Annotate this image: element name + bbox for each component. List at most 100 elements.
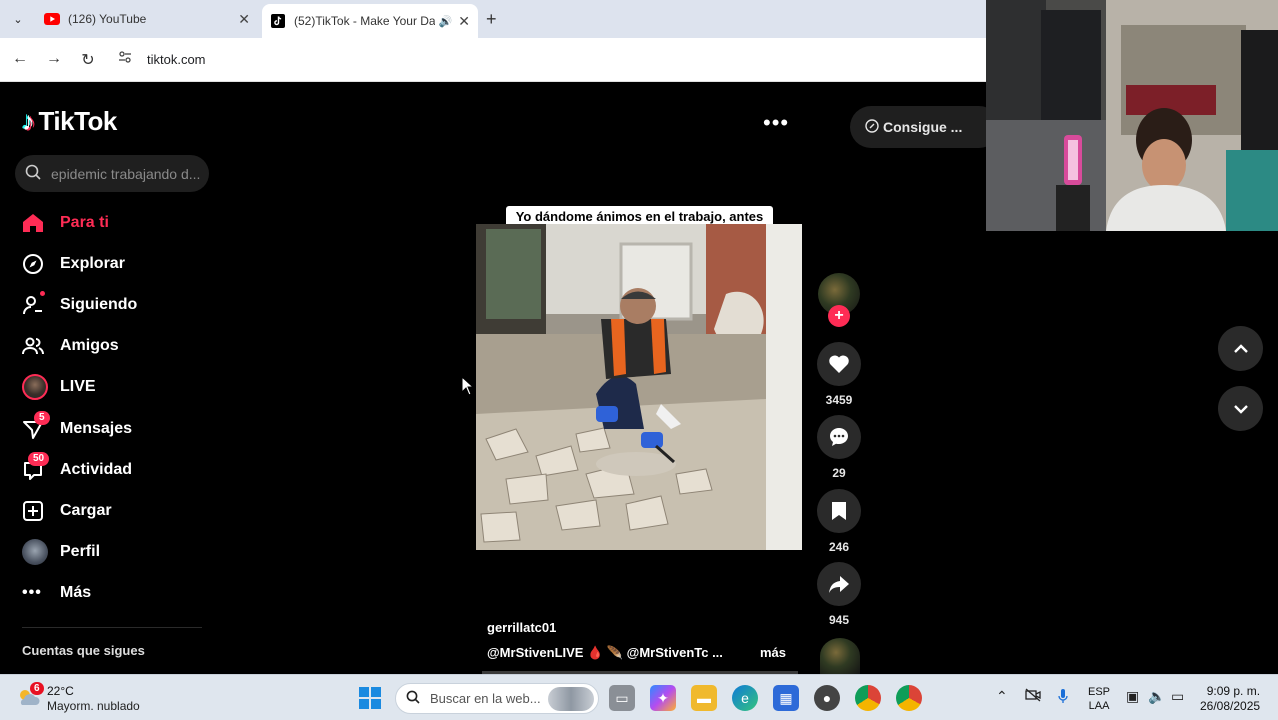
taskbar-search-placeholder: Buscar en la web... xyxy=(430,691,541,706)
comment-count: 29 xyxy=(832,466,846,480)
back-arrow-icon[interactable]: ← xyxy=(10,50,30,68)
sidebar-item-label: Cargar xyxy=(60,501,112,519)
sidebar-item-siguiendo[interactable]: Siguiendo xyxy=(18,284,208,325)
copilot-icon[interactable]: ✦ xyxy=(650,685,676,711)
forward-arrow-icon[interactable]: → xyxy=(44,50,64,68)
sidebar-item-cargar[interactable]: Cargar xyxy=(18,490,208,531)
tab-close-icon[interactable]: ✕ xyxy=(458,13,470,30)
sidebar-item-para-ti[interactable]: Para ti xyxy=(18,202,208,243)
sidebar-divider xyxy=(22,627,202,628)
video-author[interactable]: gerrillatc01 xyxy=(487,620,556,635)
profile-avatar xyxy=(18,538,50,566)
sidebar-item-label: Mensajes xyxy=(60,419,133,437)
system-clock[interactable]: 9:09 p. m. 26/08/2025 xyxy=(1200,684,1260,714)
sidebar-item-mensajes[interactable]: 5 Mensajes xyxy=(18,408,208,449)
sidebar-nav: Para ti Explorar Siguiendo Amigos LIVE 5… xyxy=(18,202,208,614)
mouse-cursor-icon xyxy=(461,375,475,401)
following-icon xyxy=(18,290,50,319)
follow-plus-icon[interactable]: + xyxy=(828,305,850,327)
notification-dot xyxy=(40,290,45,296)
task-view-icon[interactable]: ▭ xyxy=(609,685,635,711)
tab-search-dropdown-icon[interactable]: ⌄ xyxy=(8,9,28,29)
chevron-up-icon xyxy=(1233,343,1248,353)
network-icon[interactable]: ▣ xyxy=(1126,688,1139,705)
next-video-button[interactable] xyxy=(1218,386,1263,431)
camera-off-icon[interactable] xyxy=(1025,688,1041,705)
tab-title: (52)TikTok - Make Your Day xyxy=(294,14,435,28)
sidebar-item-amigos[interactable]: Amigos xyxy=(18,326,208,367)
chrome-profile-icon[interactable] xyxy=(896,685,922,711)
language-code: ESP xyxy=(1088,686,1111,698)
search-box[interactable] xyxy=(15,155,209,192)
sidebar-item-mas[interactable]: ••• Más xyxy=(18,573,208,614)
coins-label: Consigue ... xyxy=(883,119,963,135)
search-icon xyxy=(406,690,420,707)
file-explorer-folder-icon[interactable]: ▬ xyxy=(691,685,717,711)
reload-icon[interactable]: ↻ xyxy=(78,50,98,70)
tiktok-favicon-icon xyxy=(270,13,286,29)
windows-taskbar: 6 22°C Mayorm. nublado Buscar en la web.… xyxy=(0,674,1278,720)
sidebar-item-actividad[interactable]: 50 Actividad xyxy=(18,449,208,490)
share-button[interactable] xyxy=(817,562,861,606)
chrome-icon[interactable] xyxy=(855,685,881,711)
home-icon xyxy=(18,209,50,237)
screen: ⌄ (126) YouTube ✕ (52)TikTok - Make Your… xyxy=(0,0,1278,720)
new-tab-plus-icon[interactable]: + xyxy=(486,9,497,30)
comment-button[interactable] xyxy=(817,415,861,459)
following-heading: Cuentas que sigues xyxy=(22,643,145,658)
sidebar-item-label: Actividad xyxy=(60,460,133,478)
tab-close-icon[interactable]: ✕ xyxy=(238,11,250,28)
share-count: 945 xyxy=(828,613,850,627)
get-coins-button[interactable]: Consigue ... xyxy=(850,106,1000,148)
sidebar-item-label: LIVE xyxy=(60,378,96,396)
sidebar-item-live[interactable]: LIVE xyxy=(18,367,208,408)
sidebar-item-label: Para ti xyxy=(60,213,109,231)
taskbar-search-box[interactable]: Buscar en la web... xyxy=(395,683,599,714)
activity-icon: 50 xyxy=(18,451,50,484)
sidebar-item-label: Explorar xyxy=(60,254,125,272)
windows-start-icon[interactable] xyxy=(358,686,382,710)
obs-recording-icon[interactable]: ● xyxy=(814,685,840,711)
avatar xyxy=(22,374,48,401)
avatar xyxy=(22,539,48,566)
tab-youtube[interactable]: (126) YouTube ✕ xyxy=(36,4,258,34)
sidebar-item-label: Amigos xyxy=(60,337,119,355)
sidebar-item-label: Siguiendo xyxy=(60,295,138,313)
save-button[interactable] xyxy=(817,489,861,533)
sidebar-item-explorar[interactable]: Explorar xyxy=(18,243,208,284)
sidebar-item-perfil[interactable]: Perfil xyxy=(18,532,208,573)
weather-description[interactable]: Mayorm. nublado xyxy=(47,699,140,713)
edge-browser-icon[interactable]: e xyxy=(732,685,758,711)
like-count: 3459 xyxy=(825,393,853,407)
address-bar: ← → ↻ tiktok.com xyxy=(0,38,986,82)
video-player[interactable] xyxy=(476,224,802,550)
weather-temperature[interactable]: 22°C xyxy=(47,684,74,698)
previous-video-button[interactable] xyxy=(1218,326,1263,371)
friends-icon xyxy=(18,332,50,360)
tiktok-logo[interactable]: ♪ TikTok xyxy=(22,106,117,137)
url-input[interactable]: tiktok.com xyxy=(147,52,206,67)
tab-audio-speaker-icon[interactable]: 🔊 xyxy=(439,15,453,28)
comment-icon xyxy=(830,428,848,446)
speaker-volume-icon[interactable]: 🔈 xyxy=(1148,688,1165,705)
description-more-link[interactable]: más xyxy=(760,645,786,660)
video-description: @MrStivenLIVE 🩸 🪶 @MrStivenTc ... xyxy=(487,645,723,660)
save-count: 246 xyxy=(828,540,850,554)
like-button[interactable] xyxy=(817,342,861,386)
language-indicator[interactable]: ESP LAA xyxy=(1088,685,1110,713)
search-input[interactable] xyxy=(51,165,201,182)
microsoft-store-icon[interactable]: ▦ xyxy=(773,685,799,711)
tab-tiktok[interactable]: (52)TikTok - Make Your Day 🔊 ✕ xyxy=(262,4,478,38)
next-video-avatar[interactable] xyxy=(820,638,860,674)
microphone-icon[interactable] xyxy=(1057,688,1069,707)
site-info-tune-icon[interactable] xyxy=(118,50,132,67)
share-arrow-icon xyxy=(829,576,849,593)
battery-icon[interactable]: ▭ xyxy=(1171,688,1184,705)
messages-badge: 5 xyxy=(34,410,50,425)
clock-date: 26/08/2025 xyxy=(1200,699,1261,713)
more-options-icon[interactable]: ••• xyxy=(763,110,789,136)
chevron-down-icon xyxy=(1233,404,1248,414)
chevron-up-tray-icon[interactable]: ⌃ xyxy=(996,688,1008,705)
search-icon xyxy=(25,164,41,184)
messages-icon: 5 xyxy=(18,410,50,443)
